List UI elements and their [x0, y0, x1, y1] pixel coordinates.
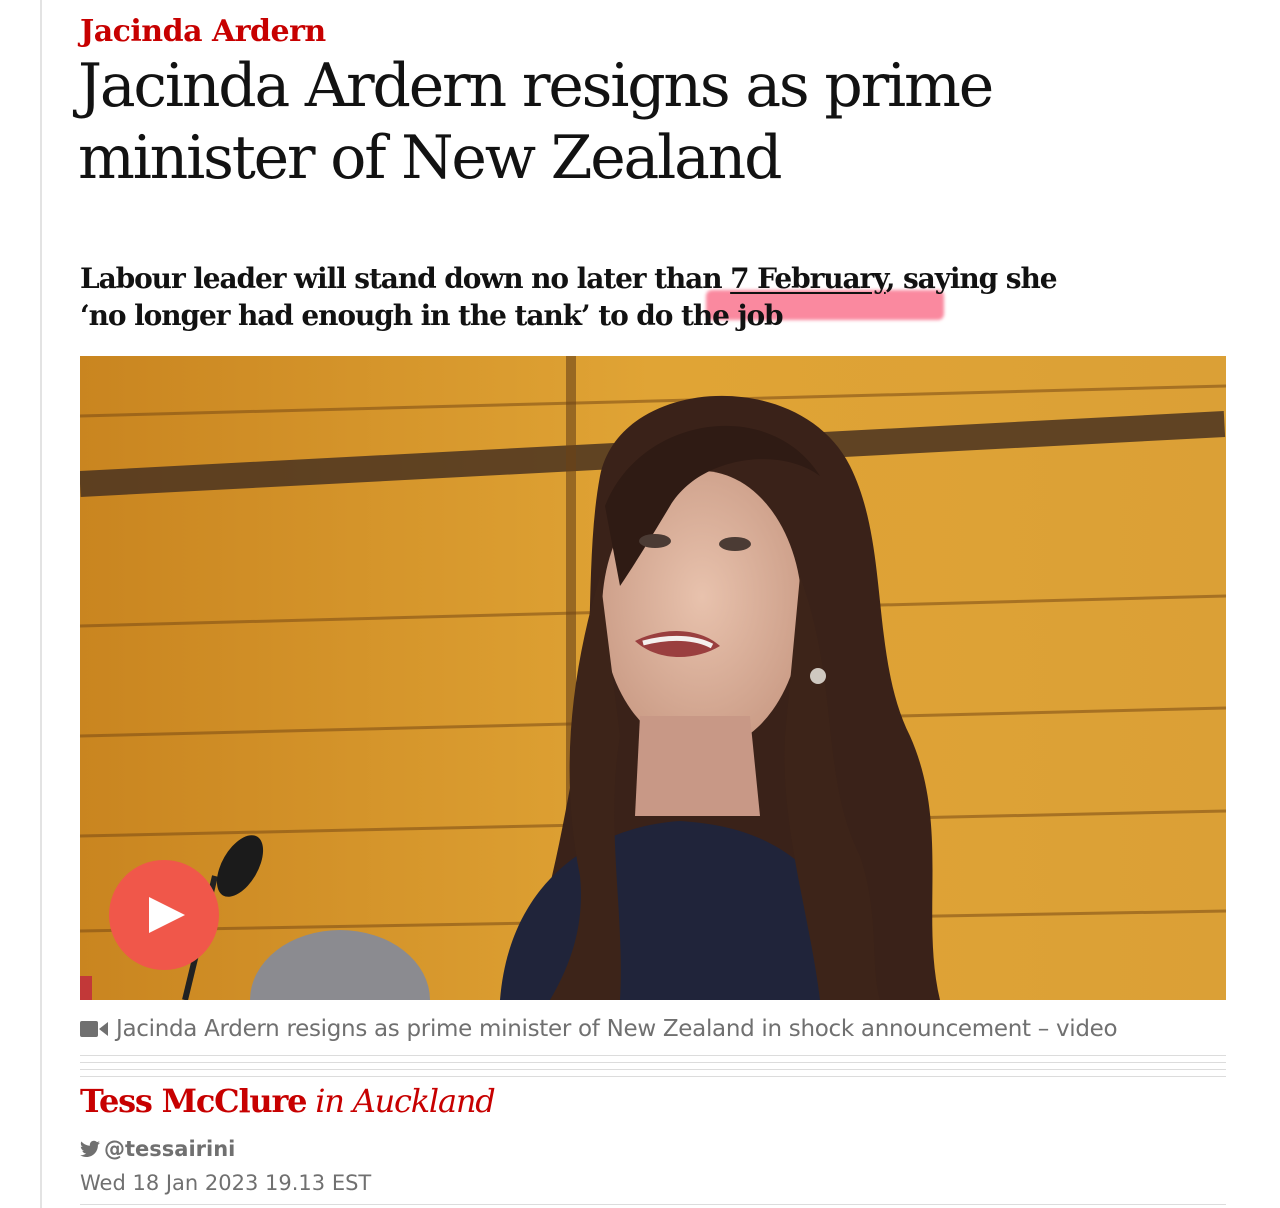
- bottom-divider: [80, 1204, 1226, 1205]
- byline-location: in Auckland: [315, 1082, 495, 1120]
- section-kicker-link[interactable]: Jacinda Ardern: [80, 12, 326, 52]
- article-headline: Jacinda Ardern resigns as prime minister…: [78, 51, 994, 193]
- author-link[interactable]: Tess McClure: [80, 1082, 307, 1120]
- standfirst-text-line2: ‘no longer had enough in the tank’ to do…: [80, 299, 784, 332]
- standfirst-date-link[interactable]: 7 February: [730, 262, 887, 295]
- video-caption-text: Jacinda Ardern resigns as prime minister…: [116, 1016, 1118, 1042]
- play-icon: [149, 897, 185, 933]
- standfirst-text-end: , saying she: [885, 262, 1058, 295]
- twitter-handle-link[interactable]: @tessairini: [80, 1134, 235, 1164]
- play-button[interactable]: [109, 860, 219, 970]
- twitter-handle: @tessairini: [104, 1137, 236, 1161]
- video-camera-icon: [80, 1021, 108, 1037]
- page-left-rule: [40, 0, 42, 1208]
- video-thumbnail[interactable]: [80, 356, 1226, 1000]
- standfirst-text: Labour leader will stand down no later t…: [80, 262, 731, 295]
- article-standfirst: Labour leader will stand down no later t…: [80, 260, 1220, 334]
- video-caption: Jacinda Ardern resigns as prime minister…: [80, 1012, 1118, 1046]
- publish-date: Wed 18 Jan 2023 19.13 EST: [80, 1171, 372, 1195]
- video-still-image: [80, 356, 1226, 1000]
- twitter-bird-icon: [80, 1140, 100, 1157]
- byline: Tess McClure in Auckland: [80, 1078, 496, 1124]
